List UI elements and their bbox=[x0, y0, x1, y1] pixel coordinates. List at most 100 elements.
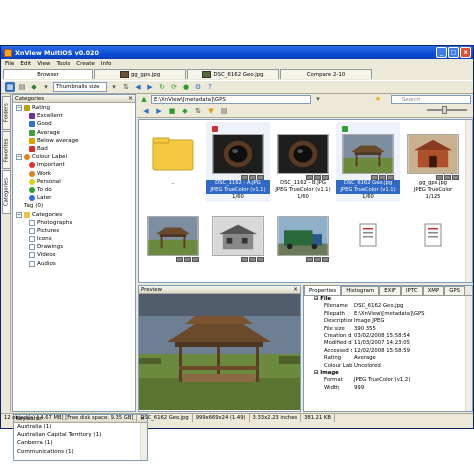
favorite-star-icon[interactable]: ★ bbox=[373, 95, 383, 105]
close-icon[interactable]: × bbox=[128, 95, 133, 102]
thumbnail-cell[interactable]: .. bbox=[141, 122, 205, 202]
view-mode-icon[interactable]: ▤ bbox=[219, 107, 229, 117]
tree-node-colour-label[interactable]: − Colour Label bbox=[13, 153, 135, 161]
keyword-item[interactable]: Australia (1) bbox=[14, 423, 147, 431]
tree-item-photographs[interactable]: Photographs bbox=[13, 219, 135, 227]
dropdown-arrow-icon[interactable]: ▾ bbox=[41, 82, 51, 92]
close-icon[interactable]: × bbox=[293, 286, 298, 293]
menu-info[interactable]: Info bbox=[101, 61, 112, 67]
tag-icon[interactable]: ◆ bbox=[180, 107, 190, 117]
tab-gps[interactable]: GPS bbox=[444, 286, 466, 295]
tree-item-audios[interactable]: Audios bbox=[13, 260, 135, 268]
arrow-right-icon[interactable]: ▶ bbox=[154, 107, 164, 117]
properties-scrollbar[interactable] bbox=[465, 296, 472, 411]
arrow-right-icon[interactable]: ▶ bbox=[145, 82, 155, 92]
thumbnail-cell[interactable] bbox=[401, 204, 465, 282]
tab-folders[interactable]: Folders bbox=[2, 96, 11, 130]
thumbnail-cell[interactable]: DSC_6162 Geo.jpg JPEG TrueColor (v1.1) 1/6… bbox=[336, 122, 400, 202]
tab-compare[interactable]: Compare 2-10 bbox=[280, 69, 372, 79]
keywords-scrollbar[interactable] bbox=[140, 423, 147, 460]
tab-gg-gps[interactable]: gg_gps.jpg bbox=[94, 69, 186, 79]
dropdown-arrow-icon[interactable]: ▾ bbox=[109, 82, 119, 92]
zoom-slider-handle[interactable] bbox=[442, 106, 447, 114]
collapse-icon[interactable]: − bbox=[16, 154, 22, 161]
menu-edit[interactable]: Edit bbox=[20, 61, 31, 67]
tab-browser[interactable]: Browser bbox=[3, 69, 93, 79]
tree-item-good[interactable]: Good bbox=[13, 120, 135, 128]
tab-iptc[interactable]: IPTC bbox=[401, 286, 423, 295]
arrow-left-icon[interactable]: ◀ bbox=[133, 82, 143, 92]
thumbnail-size-combo[interactable]: Thumbnails size bbox=[53, 82, 107, 92]
checkbox[interactable] bbox=[29, 236, 35, 243]
keyword-item[interactable]: Communications (1) bbox=[14, 448, 147, 456]
thumbnail-cell[interactable]: gg_gps.jpg JPEG TrueColor 1/125 bbox=[401, 122, 465, 202]
keyword-item[interactable]: Canberra (1) bbox=[14, 439, 147, 447]
tree-item-average[interactable]: Average bbox=[13, 129, 135, 137]
tab-histogram[interactable]: Histogram bbox=[341, 286, 380, 295]
play-icon[interactable]: ● bbox=[181, 82, 191, 92]
layout-icon[interactable]: ▤ bbox=[17, 82, 27, 92]
tree-item-to-do[interactable]: To do bbox=[13, 186, 135, 194]
folder-icon[interactable]: ■ bbox=[167, 107, 177, 117]
tree-item-excellent[interactable]: Excellent bbox=[13, 112, 135, 120]
thumbnail-cell[interactable] bbox=[336, 204, 400, 282]
maximize-button[interactable]: □ bbox=[448, 47, 459, 58]
tree-item-bad[interactable]: Bad bbox=[13, 145, 135, 153]
thumbnail-cell[interactable] bbox=[271, 204, 335, 282]
thumbnail-cell[interactable]: DSC_1162 - A.JPG JPEG TrueColor (v1.1) 1/6… bbox=[206, 122, 270, 202]
collapse-icon[interactable]: − bbox=[16, 211, 22, 218]
tree-node-categories[interactable]: − Categories bbox=[13, 210, 135, 218]
menu-view[interactable]: View bbox=[37, 61, 50, 67]
thumbnail-cell[interactable] bbox=[206, 204, 270, 282]
settings-icon[interactable]: ⚙ bbox=[193, 82, 203, 92]
tree-item-personal[interactable]: Personal bbox=[13, 178, 135, 186]
tree-item-important[interactable]: Important bbox=[13, 161, 135, 169]
menu-tools[interactable]: Tools bbox=[57, 61, 71, 67]
checkbox[interactable] bbox=[29, 219, 35, 226]
sort-icon[interactable]: ⇅ bbox=[193, 107, 203, 117]
checkbox[interactable] bbox=[29, 244, 35, 251]
tab-categories[interactable]: Categories bbox=[2, 170, 11, 214]
arrow-left-icon[interactable]: ◀ bbox=[141, 107, 151, 117]
tab-xmp[interactable]: XMP bbox=[422, 286, 445, 295]
tree-item-drawings[interactable]: Drawings bbox=[13, 243, 135, 251]
thumbnail-cell[interactable] bbox=[141, 204, 205, 282]
tree-item-work[interactable]: Work bbox=[13, 170, 135, 178]
browser-view-icon[interactable]: ▦ bbox=[5, 82, 15, 92]
tab-dsc-6162[interactable]: DSC_6162 Geo.jpg bbox=[187, 69, 279, 79]
tree-item-icons[interactable]: Icons bbox=[13, 235, 135, 243]
property-group[interactable]: ⊟ File bbox=[304, 296, 472, 303]
checkbox[interactable] bbox=[29, 227, 35, 234]
tree-item-below-average[interactable]: Below average bbox=[13, 137, 135, 145]
checkbox[interactable] bbox=[29, 252, 35, 259]
zoom-slider[interactable] bbox=[427, 109, 467, 111]
refresh-icon[interactable]: ↻ bbox=[157, 82, 167, 92]
grid-scrollbar[interactable] bbox=[465, 120, 472, 282]
tree-node-rating[interactable]: − Rating bbox=[13, 104, 135, 112]
collapse-icon[interactable]: − bbox=[16, 105, 22, 112]
tree-item-later[interactable]: Later bbox=[13, 194, 135, 202]
path-field[interactable]: E:\XnView\[metadata]\GPS bbox=[151, 95, 311, 104]
thumbnail-cell[interactable]: DSC_1162 - B.JPG JPEG TrueColor (v1.1) 1/6… bbox=[271, 122, 335, 202]
dropdown-arrow-icon[interactable]: ▾ bbox=[313, 95, 323, 105]
minimize-button[interactable]: _ bbox=[436, 47, 447, 58]
help-icon[interactable]: ? bbox=[205, 82, 215, 92]
folder-up-icon[interactable]: ▲ bbox=[139, 95, 149, 105]
tree-item-videos[interactable]: Videos bbox=[13, 251, 135, 259]
tag-icon[interactable]: ◆ bbox=[29, 82, 39, 92]
tree-item-pictures[interactable]: Pictures bbox=[13, 227, 135, 235]
search-input[interactable]: Search bbox=[391, 95, 471, 104]
checkbox[interactable] bbox=[29, 260, 35, 267]
rotate-icon[interactable]: ⟳ bbox=[169, 82, 179, 92]
title-bar[interactable]: XnView MultiOS v0.020 _ □ x bbox=[1, 46, 473, 59]
property-group[interactable]: ⊟ Image bbox=[304, 370, 472, 377]
keyword-item[interactable]: Australian Capital Territory (1) bbox=[14, 431, 147, 439]
close-button[interactable]: x bbox=[460, 47, 471, 58]
filter-icon[interactable]: ▼ bbox=[206, 107, 216, 117]
tab-favorites[interactable]: Favorites bbox=[2, 131, 11, 169]
tab-exif[interactable]: EXIF bbox=[379, 286, 402, 295]
menu-create[interactable]: Create bbox=[76, 61, 95, 67]
tab-properties[interactable]: Properties bbox=[304, 285, 342, 295]
tree-node-tag[interactable]: Tag (0) bbox=[13, 202, 135, 210]
menu-file[interactable]: File bbox=[5, 61, 14, 67]
